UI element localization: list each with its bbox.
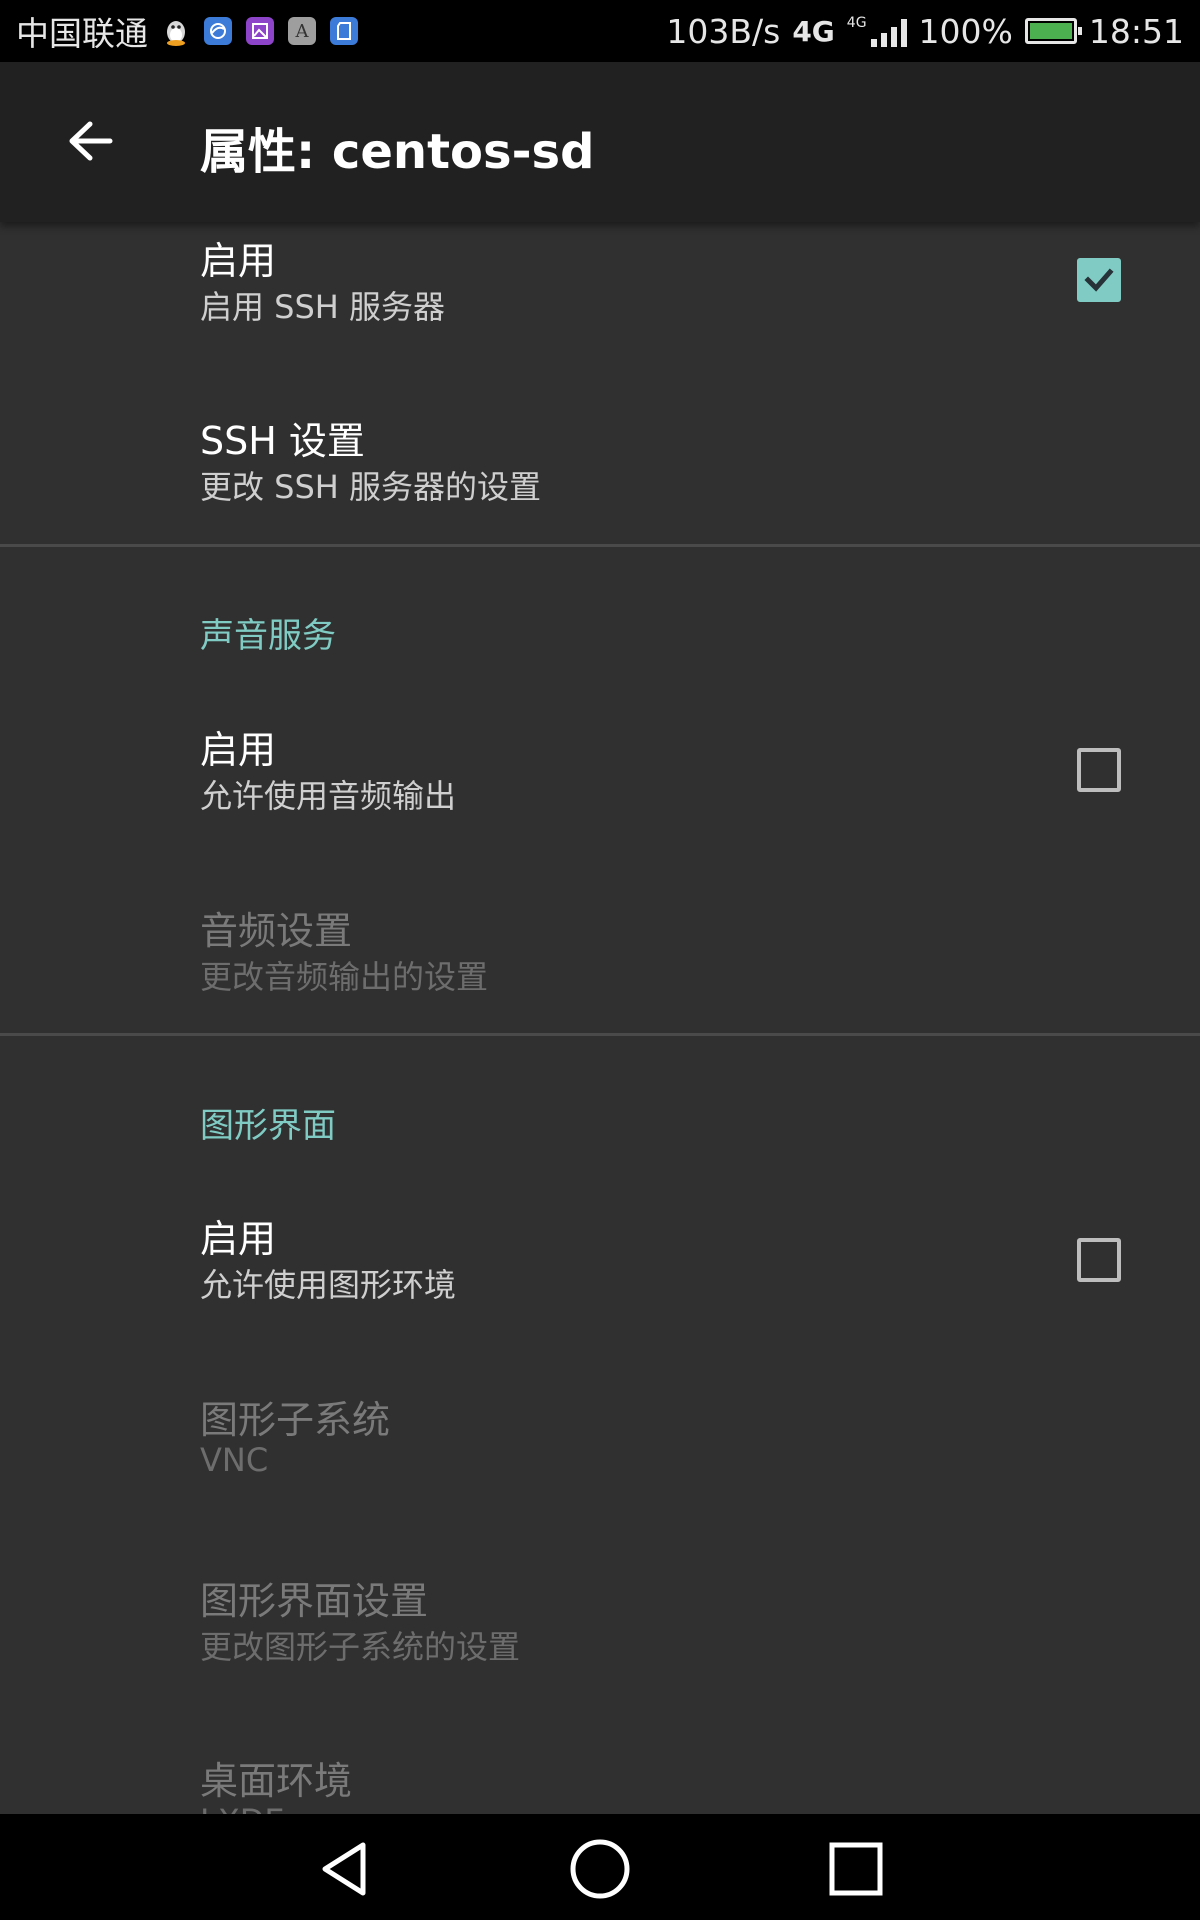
carrier-label: 中国联通 <box>16 14 148 53</box>
signal-icon: 4G <box>847 15 907 47</box>
pref-summary: 启用 SSH 服务器 <box>200 288 446 326</box>
sd-card-icon <box>330 17 358 45</box>
pref-title: 启用 <box>200 728 277 772</box>
status-bar-right: 103B/s 4G 4G 100% 18:51 <box>666 12 1200 51</box>
pref-desktop-environment: 桌面环境 LXDE <box>0 1750 1200 1814</box>
pref-audio-enable[interactable]: 启用 允许使用音频输出 <box>0 719 1200 869</box>
gallery-icon <box>246 17 274 45</box>
pref-value: LXDE <box>200 1802 285 1814</box>
divider <box>0 544 1200 547</box>
font-icon: A <box>288 17 316 45</box>
graphics-enable-checkbox[interactable] <box>1077 1238 1121 1282</box>
check-icon <box>1084 268 1114 292</box>
pref-title: 图形界面设置 <box>200 1579 429 1623</box>
browser-icon <box>204 17 232 45</box>
pref-ssh-settings[interactable]: SSH 设置 更改 SSH 服务器的设置 <box>0 410 1200 560</box>
pref-title: 启用 <box>200 239 277 283</box>
audio-enable-checkbox[interactable] <box>1077 748 1121 792</box>
pref-title: SSH 设置 <box>200 419 365 463</box>
pref-title: 启用 <box>200 1217 277 1261</box>
pref-summary: 更改音频输出的设置 <box>200 958 489 996</box>
pref-graphics-subsystem: 图形子系统 VNC <box>0 1389 1200 1539</box>
pref-summary: 更改图形子系统的设置 <box>200 1628 521 1666</box>
signal-network-label: 4G <box>846 15 867 31</box>
pref-title: 音频设置 <box>200 909 353 953</box>
pref-audio-settings: 音频设置 更改音频输出的设置 <box>0 900 1200 1050</box>
home-circle-icon <box>570 1839 630 1899</box>
clock: 18:51 <box>1088 11 1184 51</box>
pref-ssh-enable[interactable]: 启用 启用 SSH 服务器 <box>0 230 1200 380</box>
arrow-left-icon <box>69 121 113 161</box>
page-title: 属性: centos-sd <box>200 124 595 180</box>
pref-title: 图形子系统 <box>200 1398 391 1442</box>
ssh-enable-checkbox[interactable] <box>1077 258 1121 302</box>
pref-graphics-enable[interactable]: 启用 允许使用图形环境 <box>0 1208 1200 1358</box>
category-graphics: 图形界面 <box>200 1106 336 1146</box>
pref-title: 桌面环境 <box>200 1759 353 1803</box>
status-bar: 中国联通 A 103B/s 4G 4G 100% 18:51 <box>0 0 1200 62</box>
pref-summary: 更改 SSH 服务器的设置 <box>200 468 542 506</box>
pref-summary: 允许使用图形环境 <box>200 1266 457 1304</box>
back-button[interactable] <box>56 106 126 176</box>
navigation-bar <box>0 1814 1200 1920</box>
divider <box>0 1033 1200 1036</box>
status-bar-left: 中国联通 A <box>0 7 358 55</box>
network-type-icon: 4G <box>792 14 835 48</box>
qq-icon <box>162 17 190 46</box>
nav-recents-button[interactable] <box>821 1834 891 1904</box>
preferences-list[interactable]: 启用 启用 SSH 服务器 SSH 设置 更改 SSH 服务器的设置 声音服务 … <box>0 222 1200 1814</box>
app-bar: 属性: centos-sd <box>0 62 1200 222</box>
network-speed: 103B/s <box>666 11 781 51</box>
pref-value: VNC <box>200 1441 269 1479</box>
category-audio: 声音服务 <box>200 616 336 656</box>
pref-graphics-settings: 图形界面设置 更改图形子系统的设置 <box>0 1570 1200 1720</box>
nav-back-button[interactable] <box>310 1834 380 1904</box>
battery-percent: 100% <box>918 11 1013 51</box>
battery-icon <box>1024 18 1082 44</box>
back-triangle-icon <box>322 1842 366 1896</box>
nav-home-button[interactable] <box>565 1834 635 1904</box>
recents-square-icon <box>829 1842 883 1896</box>
pref-summary: 允许使用音频输出 <box>200 777 457 815</box>
